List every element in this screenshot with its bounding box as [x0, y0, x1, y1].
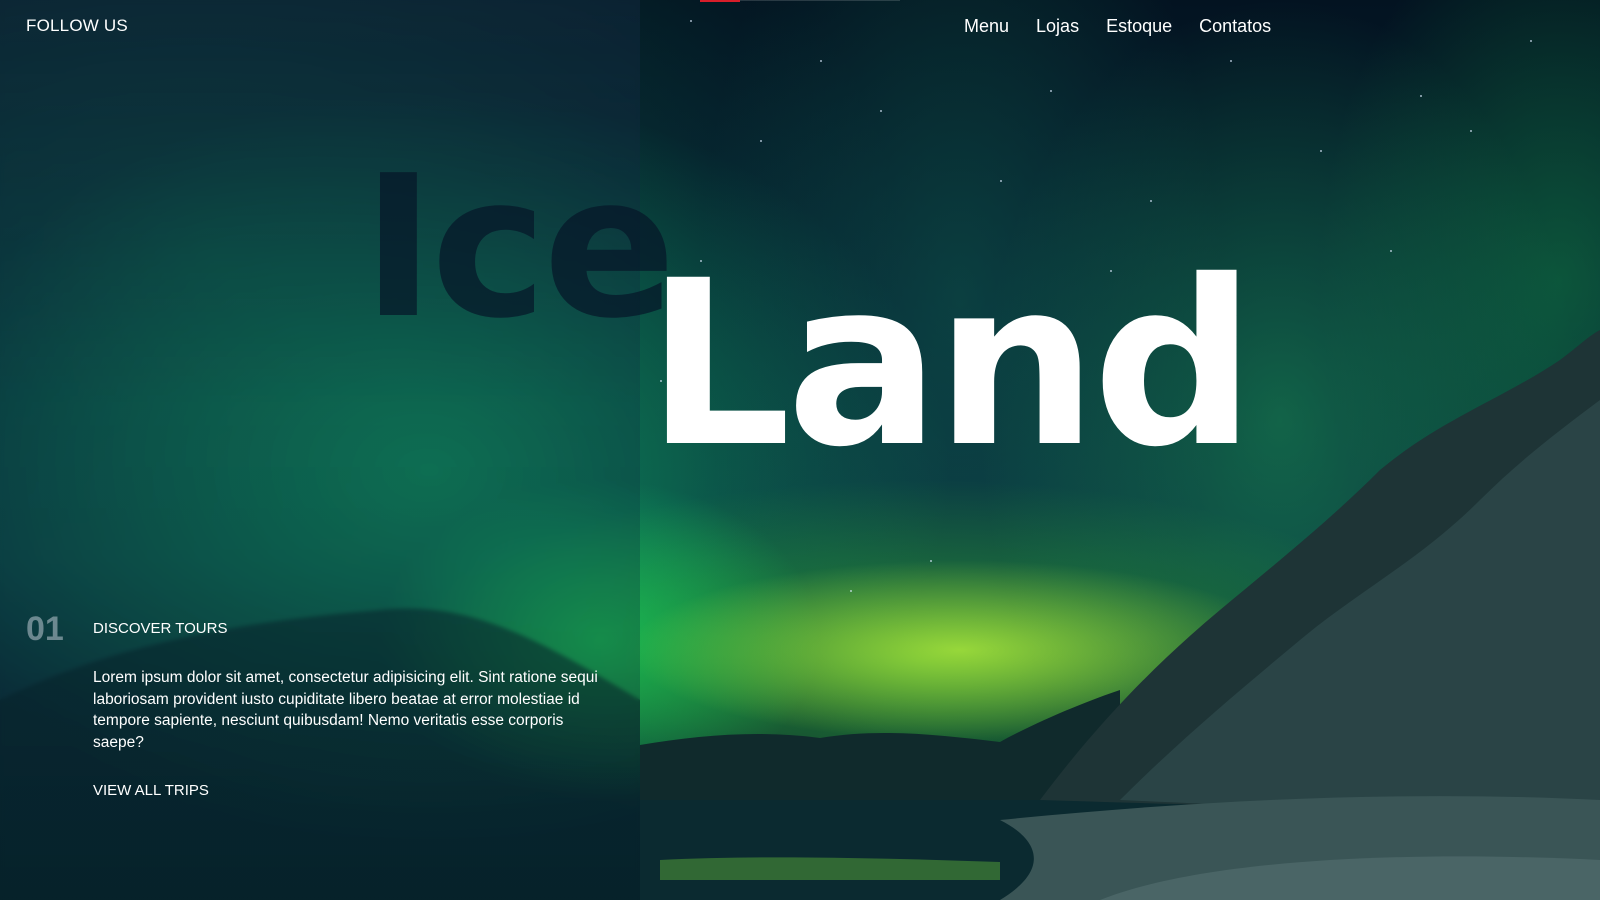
tour-title: DISCOVER TOURS [93, 620, 228, 637]
tour-description: Lorem ipsum dolor sit amet, consectetur … [93, 669, 598, 751]
nav-item-lojas[interactable]: Lojas [1036, 16, 1079, 37]
view-all-trips-link[interactable]: VIEW ALL TRIPS [93, 782, 209, 799]
nav-item-menu[interactable]: Menu [964, 16, 1009, 37]
tour-number: 01 [26, 610, 64, 648]
hero-title-ice: Ice [362, 134, 676, 362]
nav-item-contatos[interactable]: Contatos [1199, 16, 1271, 37]
main-nav: Menu Lojas Estoque Contatos [964, 16, 1271, 37]
accent-mark [700, 0, 740, 2]
page: FOLLOW US Menu Lojas Estoque Contatos Ic… [0, 0, 1600, 900]
hero-title-land: Land [646, 231, 1256, 497]
follow-us-link[interactable]: FOLLOW US [26, 16, 128, 36]
top-divider [740, 0, 900, 1]
nav-item-estoque[interactable]: Estoque [1106, 16, 1172, 37]
